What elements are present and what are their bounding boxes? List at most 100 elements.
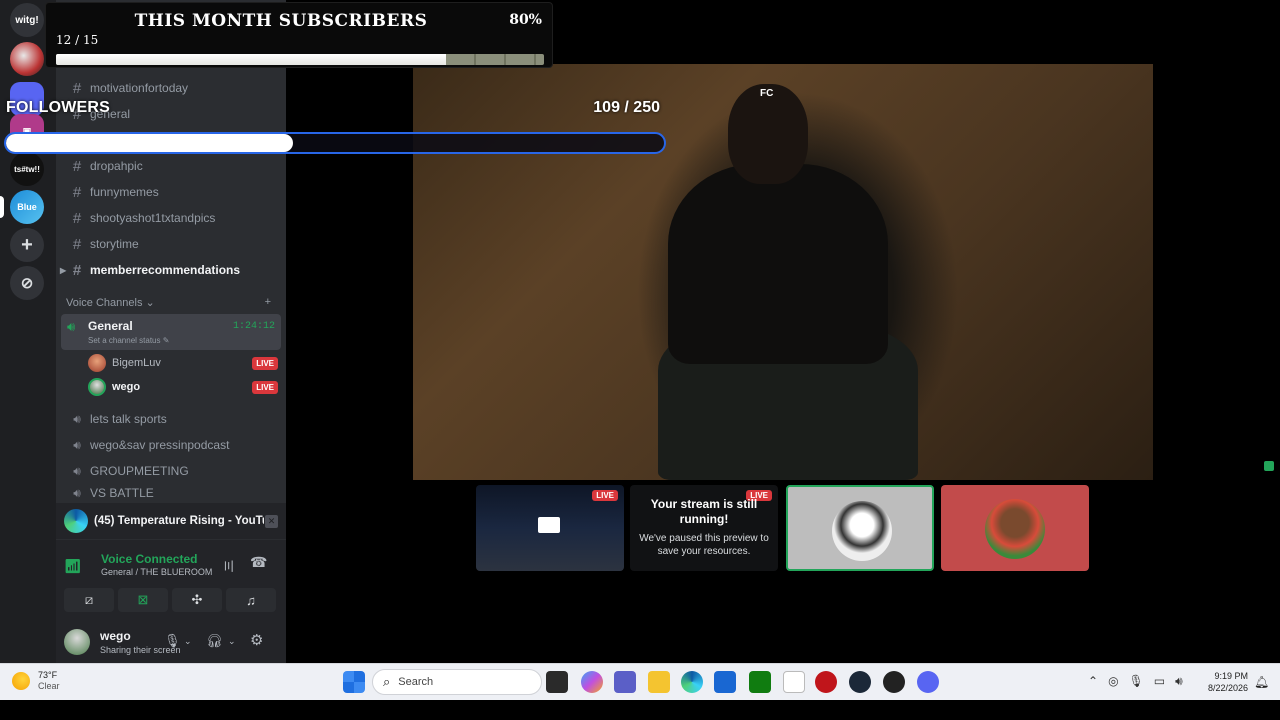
taskbar-clock[interactable]: 9:19 PM 8/22/2026 [1196, 670, 1248, 694]
voice-member-bigemluv[interactable]: BigemLuv LIVE [88, 353, 278, 373]
chevron-down-icon[interactable]: ⌄ [184, 636, 192, 647]
screen-bottom-bar [0, 700, 1280, 720]
avatar[interactable] [64, 629, 90, 655]
signal-icon[interactable]: 📶︎ [64, 558, 82, 575]
taskbar-search[interactable]: ⌕ Search [372, 669, 542, 695]
headphones-icon[interactable]: 🎧︎ [206, 633, 223, 649]
channel-storytime[interactable]: # storytime [66, 233, 281, 255]
weather-icon [12, 672, 30, 690]
participant-tile-zebra[interactable] [786, 485, 934, 571]
followers-progress-track [4, 132, 666, 154]
teams-icon[interactable] [614, 671, 636, 693]
chevron-up-icon[interactable]: ⌃ [1088, 674, 1098, 689]
channel-shootyashot[interactable]: # shootyashot1txtandpics [66, 207, 281, 229]
screen-share-icon: ⊠ [137, 592, 149, 607]
voice-timer: 1:24:12 [232, 321, 275, 332]
red-app-icon[interactable] [815, 671, 837, 693]
channel-status-text: Set a channel status [88, 336, 161, 345]
channel-status[interactable]: Set a channel status ✎ [88, 336, 169, 345]
participant-strip: LIVE LIVE Your stream is still running! … [476, 485, 1096, 571]
steam-icon[interactable] [849, 671, 871, 693]
microphone-icon[interactable]: 🎙︎ [164, 633, 181, 649]
copilot-icon[interactable] [581, 671, 603, 693]
xbox-icon[interactable] [749, 671, 771, 693]
participant-tile-red[interactable] [941, 485, 1089, 571]
edge-icon[interactable] [681, 671, 703, 693]
noise-suppression-icon[interactable]: 〣 [222, 556, 235, 575]
start-button[interactable] [343, 671, 365, 693]
notepad-icon[interactable] [783, 671, 805, 693]
voice-channels-header[interactable]: Voice Channels ⌄ + [66, 296, 271, 309]
stream-video[interactable]: FC [413, 64, 1153, 480]
voice-channel-vs-battle[interactable]: 🔊︎ VS BATTLE [66, 486, 281, 500]
voice-connected-label: Voice Connected [101, 552, 198, 566]
voice-connected-panel: 📶︎ Voice Connected General / THE BLUEROO… [56, 540, 286, 622]
followers-progress-fill [6, 134, 293, 152]
voice-channel-wego-sav[interactable]: 🔊︎ wego&sav pressinpodcast [66, 434, 281, 456]
channel-label: dropahpic [90, 159, 143, 173]
notification-bell-icon[interactable]: 🔔︎ [1254, 675, 1269, 689]
paused-title: Your stream is still running! [650, 497, 758, 526]
camera-off-icon: ⧄ [84, 592, 94, 607]
live-badge: LIVE [252, 380, 278, 394]
gear-icon[interactable]: ⚙ [250, 631, 263, 649]
channel-label: funnymemes [90, 185, 159, 199]
server-blue[interactable]: Blue [10, 190, 44, 224]
weather-widget[interactable]: 73°F Clear [12, 670, 60, 692]
disconnect-icon[interactable]: ☎ [250, 554, 267, 571]
channel-dropahpic[interactable]: # dropahpic [66, 155, 281, 177]
camera-off-button[interactable]: ⧄ [64, 588, 114, 612]
live-badge: LIVE [592, 490, 618, 501]
user-panel: wego Sharing their screen 🎙︎ ⌄ 🎧︎ ⌄ ⚙ [56, 622, 286, 663]
chevron-down-icon[interactable]: ⌄ [228, 636, 236, 647]
microphone-icon[interactable]: 🎙︎ [1129, 674, 1144, 689]
volume-icon[interactable]: 🔊︎ [1175, 674, 1183, 689]
soundboard-icon: ♫ [246, 592, 256, 608]
participant-tile-screen[interactable]: LIVE [476, 485, 624, 571]
channel-label: memberrecommendations [90, 263, 241, 277]
discord-icon[interactable] [917, 671, 939, 693]
channel-label: motivationfortoday [90, 81, 189, 95]
activities-button[interactable]: ✣ [172, 588, 222, 612]
search-icon: ⌕ [383, 674, 391, 689]
hash-icon: # [72, 235, 82, 253]
obs-icon[interactable] [883, 671, 905, 693]
task-view-icon[interactable] [546, 671, 568, 693]
voice-channel-general[interactable]: 🔊︎ General 1:24:12 Set a channel status … [61, 314, 281, 350]
voice-member-wego[interactable]: wego LIVE [88, 377, 278, 397]
discover-icon[interactable]: ⊘ [10, 266, 44, 300]
close-icon[interactable]: ✕ [265, 514, 278, 528]
followers-label: FOLLOWERS [6, 99, 111, 116]
channel-memberrecommendations[interactable]: ▶ # memberrecommendations [60, 259, 281, 281]
channel-motivationfortoday[interactable]: # motivationfortoday [66, 77, 281, 99]
display-icon[interactable]: ▭ [1154, 674, 1165, 689]
channel-label: lets talk sports [90, 412, 167, 426]
voice-channel-lets-talk-sports[interactable]: 🔊︎ lets talk sports [66, 408, 281, 430]
server-avatar-1[interactable] [10, 42, 44, 76]
voice-channel-groupmeeting[interactable]: 🔊︎ GROUPMEETING [66, 460, 281, 482]
tray-app-icon[interactable]: ◎ [1108, 674, 1118, 689]
weather-temp: 73°F [38, 670, 58, 680]
subscribers-title: THIS MONTH SUBSCRIBERS [134, 11, 428, 31]
file-explorer-icon[interactable] [648, 671, 670, 693]
speaker-icon: 🔊︎ [73, 411, 81, 426]
screen: witg! ▣ ts#tw!! Blue + ⊘ # motivationfort… [0, 0, 1280, 720]
server-ts-twl[interactable]: ts#tw!! [10, 152, 44, 186]
unread-arrow-icon: ▶ [60, 265, 67, 275]
voice-header-label: Voice Channels [66, 297, 143, 309]
speaker-icon: 🔊︎ [73, 437, 81, 452]
channel-label: VS BATTLE [90, 486, 154, 500]
soundboard-button[interactable]: ♫ [226, 588, 276, 612]
activities-icon: ✣ [191, 592, 203, 607]
voice-connected-sub[interactable]: General / THE BLUEROOM [101, 567, 212, 577]
channel-funnymemes[interactable]: # funnymemes [66, 181, 281, 203]
stop-share-button[interactable]: ⊠ [118, 588, 168, 612]
add-server-icon[interactable]: + [10, 228, 44, 262]
edge-browser-icon [64, 509, 88, 533]
speaker-icon: 🔊︎ [73, 486, 81, 500]
add-channel-icon[interactable]: + [265, 296, 271, 309]
server-witg[interactable]: witg! [10, 3, 44, 37]
participant-tile-paused[interactable]: LIVE Your stream is still running! We've… [630, 485, 778, 571]
store-icon[interactable] [714, 671, 736, 693]
activity-bar[interactable]: (45) Temperature Rising - YouTube ... ✕ [56, 503, 286, 539]
